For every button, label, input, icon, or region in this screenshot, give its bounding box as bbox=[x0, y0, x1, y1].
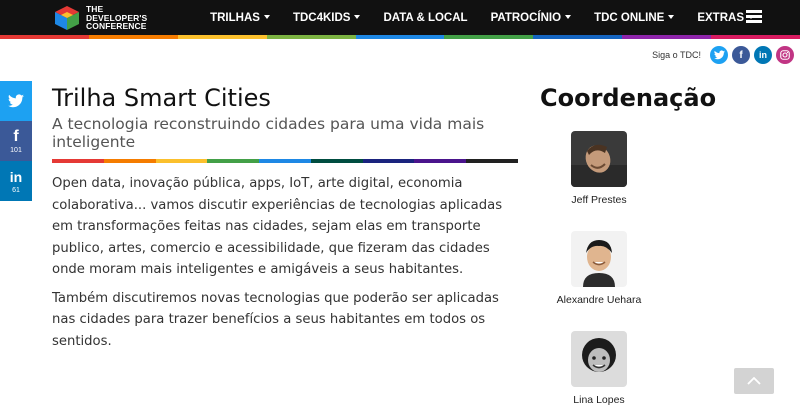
follow-label: Siga o TDC! bbox=[652, 50, 701, 60]
page-subtitle: A tecnologia reconstruindo cidades para … bbox=[52, 115, 485, 151]
back-to-top-button[interactable] bbox=[734, 368, 774, 394]
description-paragraph: Também discutiremos novas tecnologias qu… bbox=[52, 290, 499, 349]
color-stripe-segment bbox=[177, 35, 267, 39]
track-content: Trilha Smart Cities A tecnologia reconst… bbox=[52, 84, 519, 352]
color-stripe-segment bbox=[414, 159, 467, 163]
linkedin-share-count: 61 bbox=[12, 186, 20, 194]
coordination-section: Coordenação bbox=[540, 84, 717, 112]
nav-label: TDC4KIDS bbox=[292, 11, 351, 24]
nav-label: EXTRAS bbox=[697, 11, 744, 24]
header-color-stripe bbox=[0, 35, 800, 39]
nav-label: TDC ONLINE bbox=[594, 11, 665, 24]
share-twitter-button[interactable] bbox=[0, 81, 32, 121]
color-stripe-segment bbox=[259, 159, 311, 163]
color-stripe-segment bbox=[711, 35, 800, 39]
caret-down-icon bbox=[354, 15, 361, 20]
chevron-up-icon bbox=[747, 377, 761, 385]
color-stripe-segment bbox=[310, 159, 363, 163]
coordinator-name: Lina Lopes bbox=[573, 394, 625, 406]
coordinator-name: Alexandre Uehara bbox=[556, 294, 642, 306]
caret-down-icon bbox=[263, 15, 270, 20]
instagram-icon[interactable] bbox=[776, 46, 794, 64]
color-stripe-segment bbox=[533, 35, 623, 39]
share-facebook-button[interactable]: f 101 bbox=[0, 121, 32, 161]
tdc-cube-icon bbox=[54, 5, 80, 31]
caret-down-icon bbox=[565, 15, 572, 20]
twitter-icon bbox=[8, 94, 24, 108]
color-stripe-segment bbox=[0, 35, 89, 39]
color-stripe-segment bbox=[466, 159, 519, 163]
coordination-title: Coordenação bbox=[540, 84, 717, 112]
facebook-share-count: 101 bbox=[10, 146, 22, 154]
coordinator-card[interactable]: Alexandre Uehara bbox=[539, 231, 659, 306]
content-color-stripe bbox=[52, 159, 519, 163]
color-stripe-segment bbox=[88, 35, 178, 39]
coordinator-card[interactable]: Jeff Prestes bbox=[539, 131, 659, 206]
nav-item-patrocinio[interactable]: PATROCÍNIO bbox=[491, 12, 572, 24]
color-stripe-segment bbox=[266, 35, 356, 39]
nav-item-tdc4kids[interactable]: TDC4KIDS bbox=[293, 12, 361, 24]
share-sidebar: f 101 in 61 bbox=[0, 81, 32, 201]
nav-label: DATA & LOCAL bbox=[383, 11, 468, 24]
description-paragraph: Open data, inovação pública, apps, IoT, … bbox=[52, 176, 503, 277]
nav-label: TRILHAS bbox=[210, 11, 260, 24]
logo-wordmark: THE DEVELOPER'S CONFERENCE bbox=[86, 5, 147, 31]
color-stripe-segment bbox=[362, 159, 415, 163]
color-stripe-segment bbox=[207, 159, 260, 163]
caret-down-icon bbox=[668, 15, 675, 20]
color-stripe-segment bbox=[355, 35, 445, 39]
color-stripe-segment bbox=[103, 159, 156, 163]
tdc-logo[interactable]: THE DEVELOPER'S CONFERENCE bbox=[54, 3, 189, 33]
avatar[interactable] bbox=[571, 231, 627, 287]
nav-item-tdc-online[interactable]: TDC ONLINE bbox=[594, 11, 675, 24]
top-navbar: THE DEVELOPER'S CONFERENCE TRILHAS TDC4K… bbox=[0, 0, 800, 35]
color-stripe-segment bbox=[444, 35, 534, 39]
nav-item-data-local[interactable]: DATA & LOCAL bbox=[383, 12, 467, 24]
twitter-icon[interactable] bbox=[710, 46, 728, 64]
avatar[interactable] bbox=[571, 331, 627, 387]
facebook-icon[interactable]: f bbox=[732, 46, 750, 64]
facebook-icon: f bbox=[13, 127, 19, 145]
share-linkedin-button[interactable]: in 61 bbox=[0, 161, 32, 201]
color-stripe-segment bbox=[155, 159, 208, 163]
hamburger-icon[interactable] bbox=[746, 10, 762, 23]
nav-label: PATROCÍNIO bbox=[490, 11, 562, 24]
coordinator-card[interactable]: Lina Lopes bbox=[539, 331, 659, 406]
nav-item-trilhas[interactable]: TRILHAS bbox=[210, 12, 270, 24]
main-nav: TRILHAS TDC4KIDS DATA & LOCAL PATROCÍNIO… bbox=[187, 0, 754, 35]
linkedin-icon: in bbox=[9, 168, 23, 185]
logo-line: CONFERENCE bbox=[86, 21, 147, 32]
avatar[interactable] bbox=[571, 131, 627, 187]
follow-bar: Siga o TDC! f in bbox=[652, 46, 794, 64]
page-title: Trilha Smart Cities bbox=[52, 84, 271, 112]
coordinator-name: Jeff Prestes bbox=[571, 194, 627, 206]
color-stripe-segment bbox=[52, 159, 104, 163]
color-stripe-segment bbox=[622, 35, 712, 39]
linkedin-icon[interactable]: in bbox=[754, 46, 772, 64]
